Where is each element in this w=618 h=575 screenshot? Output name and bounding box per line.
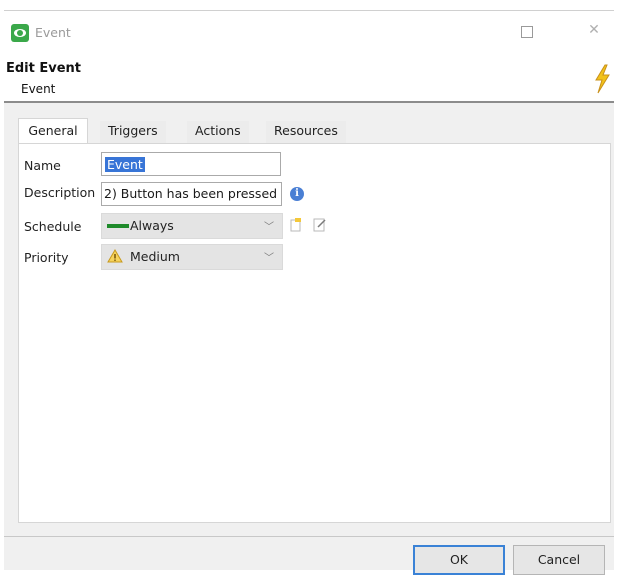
close-button[interactable]: ✕: [584, 20, 604, 40]
schedule-dropdown[interactable]: Always ﹀: [101, 213, 283, 239]
info-icon[interactable]: i: [290, 187, 304, 201]
schedule-label: Schedule: [24, 219, 82, 234]
priority-label: Priority: [24, 250, 69, 265]
tab-actions[interactable]: Actions: [187, 121, 249, 143]
maximize-button[interactable]: [521, 26, 533, 38]
name-field-value: Event: [105, 157, 145, 172]
ok-button[interactable]: OK: [413, 545, 505, 575]
tab-resources[interactable]: Resources: [266, 121, 346, 143]
tab-general[interactable]: General: [18, 118, 88, 145]
dialog-heading: Edit Event: [6, 61, 82, 76]
window-top-border: [4, 10, 614, 11]
warning-triangle-icon: [107, 249, 123, 263]
edit-schedule-icon[interactable]: [313, 217, 327, 232]
description-field[interactable]: 2) Button has been pressed: [101, 182, 282, 206]
lightning-bolt-icon: [595, 64, 610, 94]
green-bar-icon: [107, 224, 129, 228]
edit-event-dialog: Event ✕ Edit Event Event General Trigger…: [0, 0, 618, 575]
dialog-subheading: Event: [21, 82, 56, 96]
chevron-down-icon: ﹀: [264, 222, 274, 233]
schedule-value: Always: [130, 218, 174, 233]
close-icon: ✕: [588, 22, 600, 38]
name-field[interactable]: Event: [101, 152, 281, 176]
name-label: Name: [24, 158, 61, 173]
chevron-down-icon: ﹀: [264, 253, 274, 264]
description-label: Description: [24, 185, 96, 200]
priority-dropdown[interactable]: Medium ﹀: [101, 244, 283, 270]
new-schedule-icon[interactable]: [290, 218, 302, 232]
priority-value: Medium: [130, 249, 180, 264]
cancel-button[interactable]: Cancel: [513, 545, 605, 575]
tab-triggers[interactable]: Triggers: [100, 121, 166, 143]
window-title: Event: [35, 25, 71, 40]
event-app-icon: [11, 24, 29, 42]
title-bar[interactable]: Event ✕: [0, 18, 618, 48]
